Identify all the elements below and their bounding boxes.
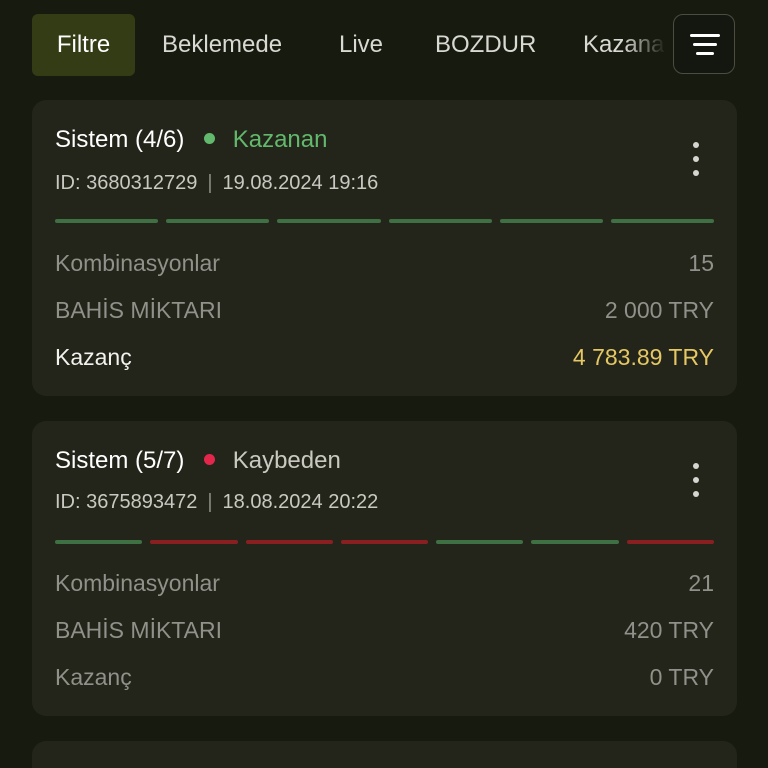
tab-live[interactable]: Live bbox=[339, 14, 383, 76]
more-vertical-icon-dot bbox=[693, 170, 699, 176]
hamburger-menu-icon bbox=[690, 34, 720, 55]
stake-label: BAHİS MİKTARI bbox=[55, 297, 222, 323]
segment-win bbox=[277, 219, 381, 223]
stake-value: 420 TRY bbox=[624, 617, 714, 643]
tab-beklemede[interactable]: Beklemede bbox=[162, 14, 282, 76]
bet-meta: ID: 3680312729 | 19.08.2024 19:16 bbox=[55, 172, 378, 195]
segment-lose bbox=[626, 540, 714, 544]
combinations-row: Kombinasyonlar 15 bbox=[55, 250, 714, 280]
tab-filtre[interactable]: Filtre bbox=[32, 14, 135, 76]
bet-id: ID: 3675893472 bbox=[55, 491, 198, 513]
winnings-label: Kazanç bbox=[55, 344, 132, 370]
segment-win bbox=[436, 540, 524, 544]
bet-status: Kazanan bbox=[232, 126, 328, 153]
divider: | bbox=[207, 491, 213, 513]
filter-tab-bar: Filtre Beklemede Live BOZDUR Kazanan bbox=[0, 0, 768, 90]
combinations-row: Kombinasyonlar 21 bbox=[55, 570, 714, 600]
bet-meta: ID: 3675893472 | 18.08.2024 20:22 bbox=[55, 491, 378, 514]
stake-label: BAHİS MİKTARI bbox=[55, 617, 222, 643]
bet-card[interactable]: Sistem (5/7) Kaybeden ID: 3675893472 | 18.… bbox=[32, 421, 737, 716]
selection-progress bbox=[55, 219, 715, 223]
more-vertical-icon-dot bbox=[693, 477, 699, 483]
combinations-value: 15 bbox=[688, 250, 714, 276]
more-vertical-icon-dot bbox=[693, 491, 699, 497]
screen: Filtre Beklemede Live BOZDUR Kazanan Sis… bbox=[0, 0, 768, 768]
segment-win bbox=[531, 540, 619, 544]
stake-value: 2 000 TRY bbox=[604, 297, 714, 323]
bet-title: Sistem (5/7) bbox=[55, 447, 185, 474]
combinations-value: 21 bbox=[688, 570, 714, 596]
status-dot-icon bbox=[204, 133, 216, 144]
bet-card[interactable]: Sistem (4/6) Kazanan ID: 3680312729 | 19.0… bbox=[32, 100, 737, 396]
menu-button[interactable] bbox=[673, 14, 735, 74]
divider: | bbox=[207, 172, 213, 194]
winnings-value: 4 783.89 TRY bbox=[572, 344, 714, 370]
tab-kazanan[interactable]: Kazanan bbox=[583, 14, 664, 76]
bet-id: ID: 3680312729 bbox=[55, 172, 198, 194]
more-options-button[interactable] bbox=[681, 140, 711, 180]
winnings-label: Kazanç bbox=[55, 664, 132, 690]
bet-header: Sistem (4/6) Kazanan bbox=[55, 126, 327, 154]
bet-datetime: 18.08.2024 20:22 bbox=[222, 491, 379, 513]
tab-bozdur[interactable]: BOZDUR bbox=[435, 14, 536, 76]
bet-header: Sistem (5/7) Kaybeden bbox=[55, 447, 341, 475]
more-vertical-icon bbox=[693, 463, 699, 469]
bet-card-partial[interactable] bbox=[32, 741, 737, 768]
segment-win bbox=[388, 219, 492, 223]
segment-lose bbox=[150, 540, 238, 544]
segment-win bbox=[499, 219, 603, 223]
segment-win bbox=[55, 540, 143, 544]
winnings-value: 0 TRY bbox=[649, 664, 714, 690]
stake-row: BAHİS MİKTARI 420 TRY bbox=[55, 617, 714, 647]
segment-win bbox=[166, 219, 270, 223]
bet-title: Sistem (4/6) bbox=[55, 126, 185, 153]
stake-row: BAHİS MİKTARI 2 000 TRY bbox=[55, 297, 714, 327]
segment-lose bbox=[340, 540, 429, 544]
status-dot-icon bbox=[204, 454, 216, 465]
winnings-row: Kazanç 4 783.89 TRY bbox=[55, 344, 714, 374]
segment-win bbox=[610, 219, 715, 223]
winnings-row: Kazanç 0 TRY bbox=[55, 664, 714, 694]
combinations-label: Kombinasyonlar bbox=[55, 570, 220, 596]
segment-lose bbox=[245, 540, 333, 544]
more-options-button[interactable] bbox=[681, 461, 711, 501]
more-vertical-icon-dot bbox=[693, 156, 699, 162]
tabs-scroller[interactable]: Filtre Beklemede Live BOZDUR Kazanan bbox=[32, 14, 664, 76]
more-vertical-icon bbox=[693, 142, 699, 148]
combinations-label: Kombinasyonlar bbox=[55, 250, 220, 276]
segment-win bbox=[55, 219, 159, 223]
bet-status: Kaybeden bbox=[232, 447, 341, 474]
bet-datetime: 19.08.2024 19:16 bbox=[222, 172, 379, 194]
selection-progress bbox=[55, 540, 714, 544]
